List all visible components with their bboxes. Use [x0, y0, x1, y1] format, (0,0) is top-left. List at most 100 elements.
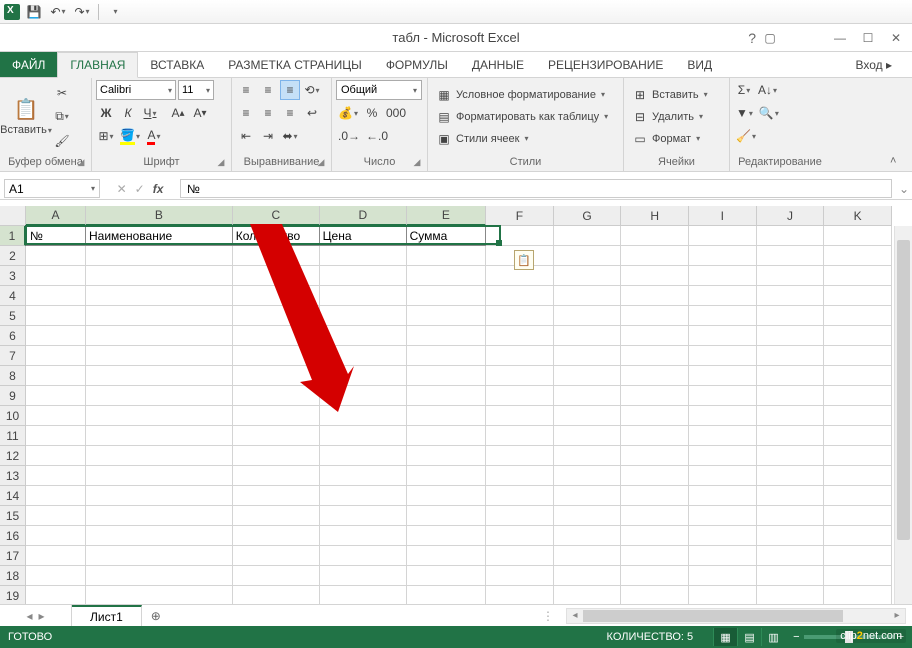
- number-format-combo[interactable]: Общий▾: [336, 80, 422, 100]
- cell[interactable]: [554, 406, 622, 426]
- cell[interactable]: [86, 246, 233, 266]
- cell[interactable]: [621, 266, 689, 286]
- cell[interactable]: [233, 506, 320, 526]
- cell[interactable]: [26, 266, 86, 286]
- cell[interactable]: [26, 566, 86, 586]
- cell[interactable]: [554, 386, 622, 406]
- cell[interactable]: [621, 226, 689, 246]
- cell[interactable]: [689, 546, 757, 566]
- align-bottom-button[interactable]: ≡: [280, 80, 300, 100]
- column-header[interactable]: C: [233, 206, 320, 226]
- row-header[interactable]: 7: [0, 346, 26, 366]
- alignment-launcher[interactable]: ◢: [315, 157, 327, 169]
- cell[interactable]: [824, 526, 892, 546]
- zoom-out-button[interactable]: −: [793, 631, 799, 643]
- cell[interactable]: [554, 586, 622, 604]
- row-header[interactable]: 5: [0, 306, 26, 326]
- cell[interactable]: [407, 286, 486, 306]
- comma-style-button[interactable]: 000: [384, 103, 408, 123]
- cell[interactable]: [486, 406, 554, 426]
- cell[interactable]: [486, 526, 554, 546]
- cell[interactable]: [554, 246, 622, 266]
- ribbon-display-options[interactable]: ▢: [760, 28, 780, 48]
- cut-button[interactable]: ✂: [52, 83, 72, 103]
- cell[interactable]: [824, 226, 892, 246]
- cell[interactable]: [486, 366, 554, 386]
- cell[interactable]: [689, 446, 757, 466]
- cell[interactable]: [554, 426, 622, 446]
- orientation-button[interactable]: ⟲▾: [302, 80, 322, 100]
- cell[interactable]: [320, 346, 407, 366]
- align-left-button[interactable]: ≡: [236, 103, 256, 123]
- cell[interactable]: [824, 546, 892, 566]
- horizontal-scrollbar[interactable]: ◂ ▸: [566, 608, 906, 624]
- cell[interactable]: [233, 466, 320, 486]
- cell[interactable]: [554, 466, 622, 486]
- cell[interactable]: [320, 486, 407, 506]
- cell[interactable]: [407, 566, 486, 586]
- row-header[interactable]: 18: [0, 566, 26, 586]
- cell[interactable]: [407, 586, 486, 604]
- cell[interactable]: [486, 586, 554, 604]
- autosum-button[interactable]: Σ▾: [734, 80, 754, 100]
- cell[interactable]: [320, 426, 407, 446]
- cell[interactable]: [757, 426, 825, 446]
- cell[interactable]: [689, 266, 757, 286]
- cell[interactable]: [486, 226, 554, 246]
- sheet-tab[interactable]: Лист1: [72, 605, 142, 626]
- select-all-button[interactable]: [0, 206, 26, 226]
- cell[interactable]: [757, 586, 825, 604]
- italic-button[interactable]: К: [118, 103, 138, 123]
- cell[interactable]: [233, 286, 320, 306]
- cell[interactable]: [621, 246, 689, 266]
- cell[interactable]: [86, 366, 233, 386]
- paste-button[interactable]: 📋 Вставить▾: [4, 80, 48, 153]
- row-header[interactable]: 14: [0, 486, 26, 506]
- cell[interactable]: [824, 286, 892, 306]
- cell[interactable]: [26, 546, 86, 566]
- cell[interactable]: [824, 566, 892, 586]
- cancel-formula-button[interactable]: ✕: [117, 182, 127, 196]
- cell[interactable]: [320, 326, 407, 346]
- cell[interactable]: [233, 446, 320, 466]
- clear-button[interactable]: 🧹▾: [734, 126, 758, 146]
- cell[interactable]: [554, 326, 622, 346]
- column-header[interactable]: J: [757, 206, 825, 226]
- cell[interactable]: [486, 326, 554, 346]
- increase-indent-button[interactable]: ⇥: [258, 126, 278, 146]
- cell[interactable]: [824, 446, 892, 466]
- cell[interactable]: [86, 326, 233, 346]
- cell[interactable]: [320, 586, 407, 604]
- cell[interactable]: [824, 326, 892, 346]
- cell[interactable]: [233, 486, 320, 506]
- cell[interactable]: [554, 486, 622, 506]
- cell[interactable]: [621, 506, 689, 526]
- cell[interactable]: [86, 386, 233, 406]
- sheet-nav-next[interactable]: ▸: [39, 609, 45, 623]
- row-header[interactable]: 4: [0, 286, 26, 306]
- row-header[interactable]: 13: [0, 466, 26, 486]
- cell[interactable]: [26, 506, 86, 526]
- shrink-font-button[interactable]: A▾: [190, 103, 210, 123]
- close-button[interactable]: ✕: [882, 27, 910, 49]
- cell[interactable]: [486, 486, 554, 506]
- cell[interactable]: [554, 566, 622, 586]
- cell[interactable]: [554, 526, 622, 546]
- cell[interactable]: [621, 426, 689, 446]
- decrease-decimal-button[interactable]: ←.0: [364, 126, 390, 146]
- cell[interactable]: [86, 506, 233, 526]
- cell[interactable]: [757, 566, 825, 586]
- underline-button[interactable]: Ч▾: [140, 103, 160, 123]
- cell[interactable]: [26, 486, 86, 506]
- cell[interactable]: [86, 306, 233, 326]
- tab-home[interactable]: ГЛАВНАЯ: [57, 52, 138, 78]
- cell[interactable]: [233, 406, 320, 426]
- cell[interactable]: [689, 486, 757, 506]
- cell[interactable]: [26, 306, 86, 326]
- cell[interactable]: [757, 546, 825, 566]
- cell[interactable]: [554, 546, 622, 566]
- cell[interactable]: [407, 266, 486, 286]
- cell[interactable]: [554, 366, 622, 386]
- cell[interactable]: [757, 346, 825, 366]
- cell[interactable]: [233, 306, 320, 326]
